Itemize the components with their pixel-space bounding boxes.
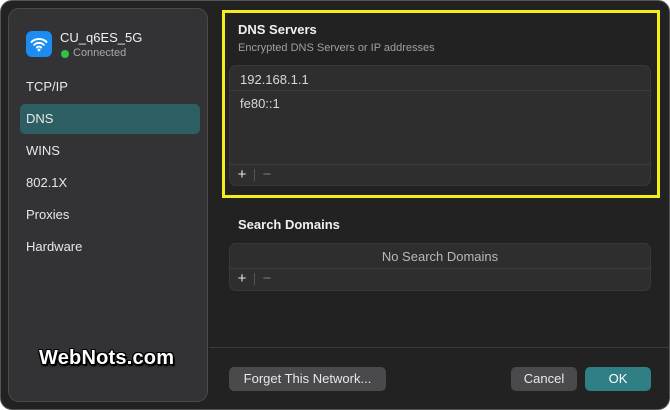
- search-list-toolbar: + −: [230, 268, 650, 290]
- sidebar: CU_q6ES_5G Connected TCP/IP DNS WINS 802…: [8, 8, 208, 402]
- network-status: Connected: [73, 47, 127, 59]
- wifi-icon: [26, 31, 52, 57]
- sidebar-item-wins[interactable]: WINS: [20, 136, 200, 166]
- ok-button[interactable]: OK: [585, 367, 651, 391]
- sidebar-item-label: DNS: [26, 111, 54, 126]
- add-search-domain-button[interactable]: +: [231, 269, 253, 289]
- no-search-domains-label: No Search Domains: [381, 249, 499, 264]
- sidebar-item-label: Hardware: [26, 239, 83, 254]
- network-dns-dialog: CU_q6ES_5G Connected TCP/IP DNS WINS 802…: [0, 0, 670, 410]
- sidebar-item-8021x[interactable]: 802.1X: [20, 168, 200, 198]
- sidebar-item-label: WINS: [26, 143, 60, 158]
- connected-status-dot-icon: [61, 50, 69, 58]
- toolbar-divider: [254, 273, 255, 285]
- sidebar-item-label: TCP/IP: [26, 79, 68, 94]
- search-domains-title: Search Domains: [238, 217, 340, 232]
- network-name: CU_q6ES_5G: [60, 30, 143, 45]
- sidebar-item-proxies[interactable]: Proxies: [20, 200, 200, 230]
- sidebar-item-tcpip[interactable]: TCP/IP: [20, 72, 200, 102]
- sidebar-item-dns[interactable]: DNS: [20, 104, 200, 134]
- sidebar-item-hardware[interactable]: Hardware: [20, 232, 200, 262]
- forget-network-button[interactable]: Forget This Network...: [229, 367, 386, 391]
- highlight-annotation-box: [222, 10, 660, 198]
- footer-divider: [209, 347, 669, 348]
- sidebar-item-label: 802.1X: [26, 175, 68, 190]
- cancel-button[interactable]: Cancel: [511, 367, 577, 391]
- remove-search-domain-button[interactable]: −: [256, 269, 278, 289]
- search-domains-list: No Search Domains + −: [229, 243, 651, 291]
- webnots-watermark-logo: WebNots.com: [39, 347, 175, 369]
- network-header: CU_q6ES_5G Connected: [24, 29, 204, 63]
- sidebar-item-label: Proxies: [26, 207, 70, 222]
